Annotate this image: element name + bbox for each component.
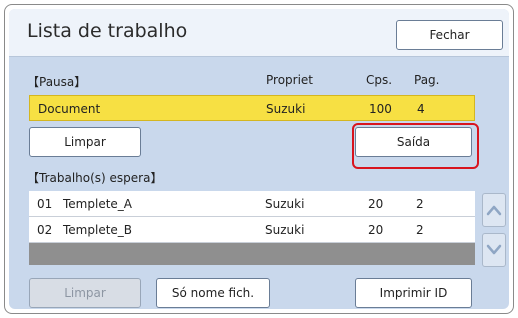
scroll-up-button[interactable] [482, 193, 506, 227]
paused-job-owner: Suzuki [266, 102, 306, 116]
chevron-up-icon [486, 205, 502, 216]
column-copies-header: Cps. [366, 73, 393, 87]
paused-job-row[interactable]: Document Suzuki 100 4 [29, 95, 475, 121]
job-copies: 20 [368, 223, 384, 237]
job-pages: 2 [416, 223, 424, 237]
job-pages: 2 [416, 197, 424, 211]
column-owner-header: Propriet [266, 73, 314, 87]
paused-job-name: Document [38, 102, 101, 116]
output-button-highlight [352, 123, 479, 169]
job-name: Templete_B [63, 223, 133, 237]
job-owner: Suzuki [265, 223, 305, 237]
filename-only-button[interactable]: Só nome fich. [156, 278, 270, 308]
clear-waiting-button[interactable]: Limpar [29, 278, 141, 308]
job-name: Templete_A [63, 197, 132, 211]
job-copies: 20 [368, 197, 384, 211]
paused-section-label: 【Pausa】 [27, 75, 87, 89]
paused-job-copies: 100 [369, 102, 392, 116]
title-bar: Lista de trabalho Fechar [9, 9, 509, 57]
job-list-panel: Lista de trabalho Fechar 【Pausa】 Proprie… [9, 9, 509, 309]
table-row[interactable]: 02 Templete_B Suzuki 20 2 [29, 217, 475, 243]
column-pages-header: Pag. [414, 73, 440, 87]
page-title: Lista de trabalho [27, 20, 188, 42]
clear-paused-button[interactable]: Limpar [29, 127, 141, 157]
table-row[interactable]: 01 Templete_A Suzuki 20 2 [29, 191, 475, 217]
waiting-section-label: 【Trabalho(s) espera】 [27, 171, 163, 185]
job-number: 02 [37, 223, 53, 237]
print-id-button[interactable]: Imprimir ID [355, 278, 472, 308]
job-list-window: Lista de trabalho Fechar 【Pausa】 Proprie… [4, 4, 514, 314]
job-owner: Suzuki [265, 197, 305, 211]
scroll-down-button[interactable] [482, 233, 506, 267]
close-button[interactable]: Fechar [396, 20, 503, 50]
job-number: 01 [37, 197, 53, 211]
paused-job-pages: 4 [417, 102, 425, 116]
chevron-down-icon [486, 244, 502, 255]
empty-list-area [29, 243, 475, 265]
